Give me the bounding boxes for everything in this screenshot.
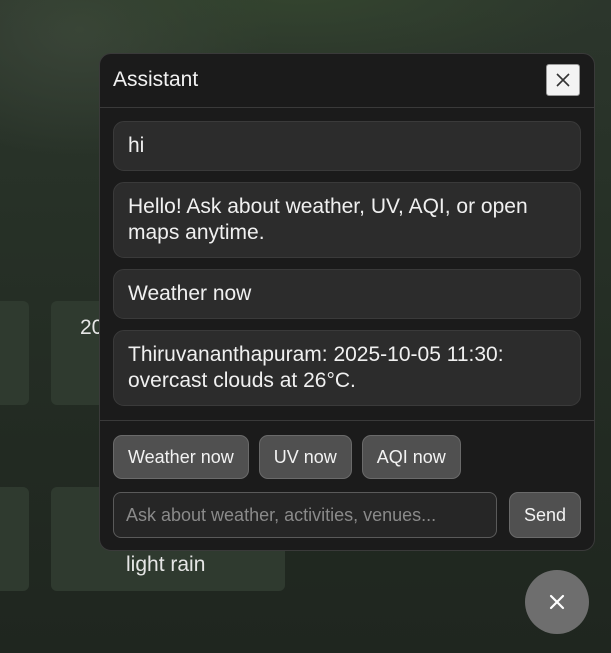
- background-card: [0, 301, 29, 405]
- aqi-now-button[interactable]: AQI now: [361, 435, 461, 479]
- panel-header: Assistant: [100, 54, 594, 108]
- panel-title: Assistant: [113, 68, 199, 91]
- send-button[interactable]: Send: [509, 492, 581, 538]
- quick-actions: Weather now UV now AQI now: [113, 435, 461, 479]
- close-icon: [549, 594, 565, 610]
- close-chat-fab[interactable]: [525, 570, 589, 634]
- close-button[interactable]: [546, 64, 580, 96]
- weather-now-button[interactable]: Weather now: [113, 435, 249, 479]
- composer: Send: [113, 492, 581, 538]
- uv-now-button[interactable]: UV now: [258, 435, 352, 479]
- divider: [100, 420, 594, 421]
- user-message: hi: [113, 121, 581, 171]
- assistant-message: Thiruvananthapuram: 2025-10-05 11:30: ov…: [113, 330, 581, 406]
- message-list: hi Hello! Ask about weather, UV, AQI, or…: [113, 121, 581, 406]
- assistant-panel: Assistant hi Hello! Ask about weather, U…: [99, 53, 595, 551]
- close-icon: [556, 73, 570, 87]
- chat-input[interactable]: [113, 492, 497, 538]
- assistant-message: Hello! Ask about weather, UV, AQI, or op…: [113, 182, 581, 258]
- background-card: [0, 487, 29, 591]
- user-message: Weather now: [113, 269, 581, 319]
- background-card-text: light rain: [126, 553, 206, 576]
